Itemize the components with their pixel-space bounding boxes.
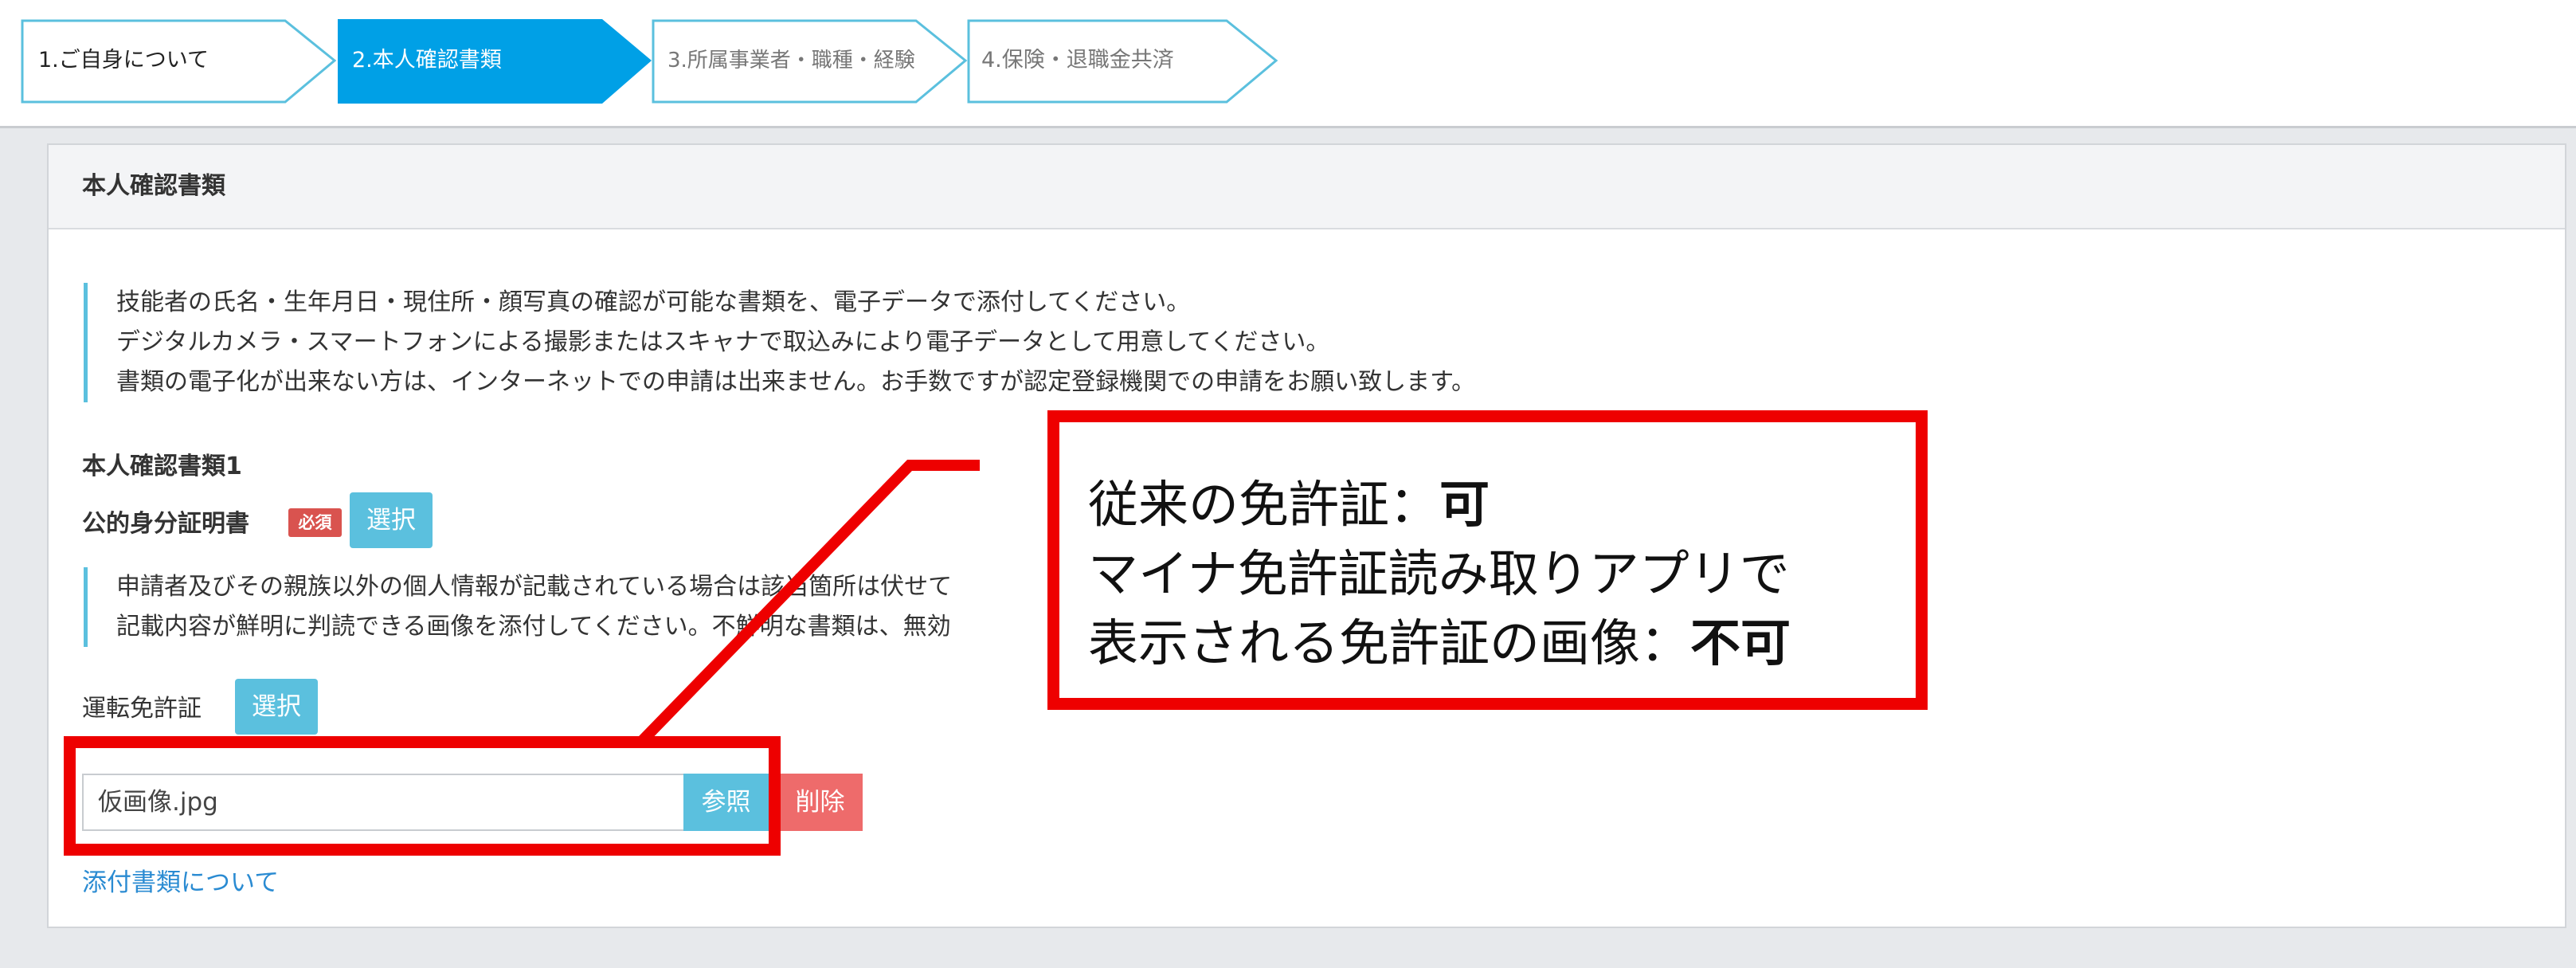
callout-line-3-prefix: 表示される免許証の画像： [1088,614,1690,672]
callout-text: 従来の免許証：可 マイナ免許証読み取りアプリで 表示される免許証の画像：不可 [1088,470,1791,678]
callout-line-3: 表示される免許証の画像：不可 [1088,609,1791,678]
callout-line-3-value: 不可 [1690,614,1791,672]
callout-line-2: マイナ免許証読み取りアプリで [1088,545,1790,603]
callout-line-1: 従来の免許証：可 [1088,470,1791,539]
annotation-callout: 従来の免許証：可 マイナ免許証読み取りアプリで 表示される免許証の画像：不可 [1047,410,1928,710]
callout-line-1-prefix: 従来の免許証： [1088,476,1439,534]
callout-line-1-value: 可 [1439,476,1490,534]
